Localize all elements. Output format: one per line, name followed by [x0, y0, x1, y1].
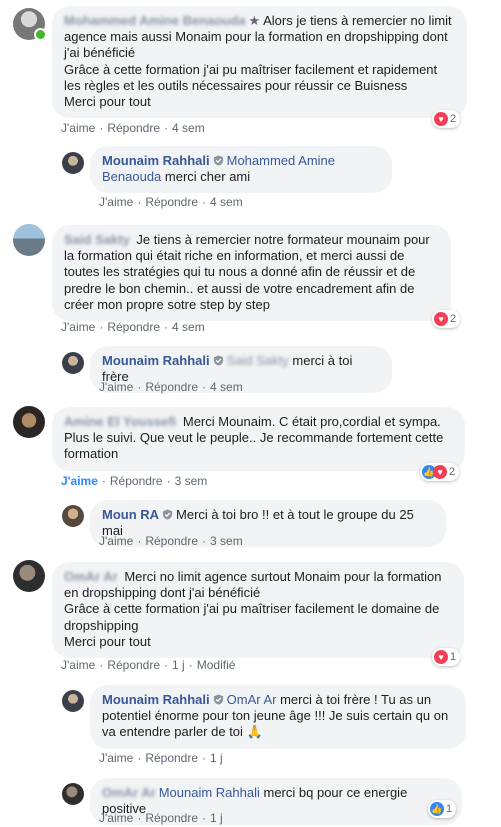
comment-text: Grâce à cette formation j'ai pu maîtrise…: [64, 61, 438, 93]
reply-author[interactable]: Mounaim Rahhali: [102, 692, 210, 707]
timestamp[interactable]: 3 sem: [175, 474, 208, 488]
comment-author[interactable]: Amine El Youssefi: [64, 414, 176, 429]
reaction-count[interactable]: ♥ 2: [432, 110, 461, 128]
mention-link[interactable]: OmAr Ar: [227, 692, 277, 707]
comment-author[interactable]: Mohammed Amine Benaouda: [64, 13, 246, 28]
reaction-count[interactable]: 👍 ♥ 2: [420, 463, 460, 481]
avatar[interactable]: [13, 224, 45, 256]
reply-bubble: Mounaim Rahhali OmAr Ar merci à toi frère…: [90, 685, 466, 749]
reply-author[interactable]: Moun RA: [102, 507, 159, 522]
avatar[interactable]: [62, 505, 84, 527]
reply-actions: J'aime · Répondre · 4 sem: [99, 380, 243, 394]
timestamp[interactable]: 1 j: [172, 658, 185, 672]
comment-author[interactable]: OmAr Ar: [64, 569, 118, 584]
star-icon: ★: [248, 13, 261, 28]
avatar[interactable]: [13, 560, 45, 592]
like-link[interactable]: J'aime: [61, 320, 95, 334]
reply-actions: J'aime · Répondre · 1 j: [99, 751, 223, 765]
timestamp[interactable]: 4 sem: [210, 380, 243, 394]
reply-link[interactable]: Répondre: [110, 474, 163, 488]
comment-bubble: Mohammed Amine Benaouda ★ Alors je tiens …: [52, 6, 467, 119]
reply-actions: J'aime · Répondre · 3 sem: [99, 534, 243, 548]
like-icon: 👍: [430, 802, 444, 816]
reply-link[interactable]: Répondre: [145, 380, 198, 394]
edited-label: Modifié: [196, 658, 236, 672]
reply-link[interactable]: Répondre: [145, 534, 198, 548]
reaction-count[interactable]: ♥ 2: [432, 310, 461, 328]
comment-bubble: Said Sakty Je tiens à remercier notre fo…: [52, 225, 451, 322]
comment-text: Merci pour tout: [64, 633, 151, 649]
reaction-count[interactable]: ♥ 1: [432, 648, 461, 666]
like-link[interactable]: J'aime: [99, 811, 133, 825]
shield-icon: [213, 694, 223, 705]
comment-text: Merci no limit agence surtout Monaim pou…: [64, 569, 442, 601]
reaction-count[interactable]: 👍 1: [428, 800, 457, 818]
timestamp[interactable]: 4 sem: [172, 121, 205, 135]
heart-icon: ♥: [434, 312, 448, 326]
reply-link[interactable]: Répondre: [107, 320, 160, 334]
timestamp[interactable]: 4 sem: [172, 320, 205, 334]
like-link[interactable]: J'aime: [99, 195, 133, 209]
online-indicator: [34, 28, 47, 41]
shield-icon: [213, 355, 223, 366]
comment-bubble: OmAr Ar Merci no limit agence surtout Mo…: [52, 562, 464, 659]
timestamp[interactable]: 1 j: [210, 811, 223, 825]
avatar[interactable]: [13, 406, 45, 438]
comment-author[interactable]: Said Sakty: [64, 232, 130, 247]
timestamp[interactable]: 3 sem: [210, 534, 243, 548]
reply-link[interactable]: Répondre: [145, 751, 198, 765]
reply-link[interactable]: Répondre: [145, 195, 198, 209]
comment-bubble: Amine El Youssefi Merci Mounaim. C était…: [52, 407, 465, 471]
heart-icon: ♥: [433, 465, 447, 479]
reply-author[interactable]: OmAr Ar: [102, 785, 156, 800]
comment-text: Grâce à cette formation j'ai pu maîtrise…: [64, 601, 440, 633]
like-link[interactable]: J'aime: [61, 474, 98, 488]
reply-bubble: Mounaim Rahhali Mohammed Amine Benaouda m…: [90, 146, 392, 194]
praying-hands-icon: 🙏: [246, 724, 263, 740]
timestamp[interactable]: 1 j: [210, 751, 223, 765]
comment-text: Merci pour tout: [64, 94, 151, 110]
like-link[interactable]: J'aime: [99, 534, 133, 548]
like-link[interactable]: J'aime: [99, 751, 133, 765]
like-link[interactable]: J'aime: [99, 380, 133, 394]
shield-icon: [162, 509, 173, 520]
heart-icon: ♥: [434, 650, 448, 664]
mention-link[interactable]: Mounaim Rahhali: [159, 785, 260, 800]
like-link[interactable]: J'aime: [61, 658, 95, 672]
avatar[interactable]: [62, 152, 84, 174]
reply-text: merci cher ami: [164, 169, 251, 185]
reply-link[interactable]: Répondre: [107, 658, 160, 672]
comment-actions: J'aime · Répondre · 3 sem: [61, 474, 208, 488]
reply-author[interactable]: Mounaim Rahhali: [102, 153, 210, 168]
reply-actions: J'aime · Répondre · 1 j: [99, 811, 223, 825]
comment-actions: J'aime · Répondre · 1 j · Modifié: [61, 658, 236, 672]
avatar[interactable]: [62, 783, 84, 805]
avatar[interactable]: [62, 690, 84, 712]
shield-icon: [213, 155, 223, 166]
reply-actions: J'aime · Répondre · 4 sem: [99, 195, 243, 209]
reply-author[interactable]: Mounaim Rahhali: [102, 353, 210, 368]
reply-link[interactable]: Répondre: [107, 121, 160, 135]
reply-link[interactable]: Répondre: [145, 811, 198, 825]
mention-link[interactable]: Said Sakty: [227, 353, 289, 368]
timestamp[interactable]: 4 sem: [210, 195, 243, 209]
avatar[interactable]: [62, 352, 84, 374]
like-link[interactable]: J'aime: [61, 121, 95, 135]
comment-actions: J'aime · Répondre · 4 sem: [61, 320, 205, 334]
comment-actions: J'aime · Répondre · 4 sem: [61, 121, 205, 135]
heart-icon: ♥: [434, 112, 448, 126]
